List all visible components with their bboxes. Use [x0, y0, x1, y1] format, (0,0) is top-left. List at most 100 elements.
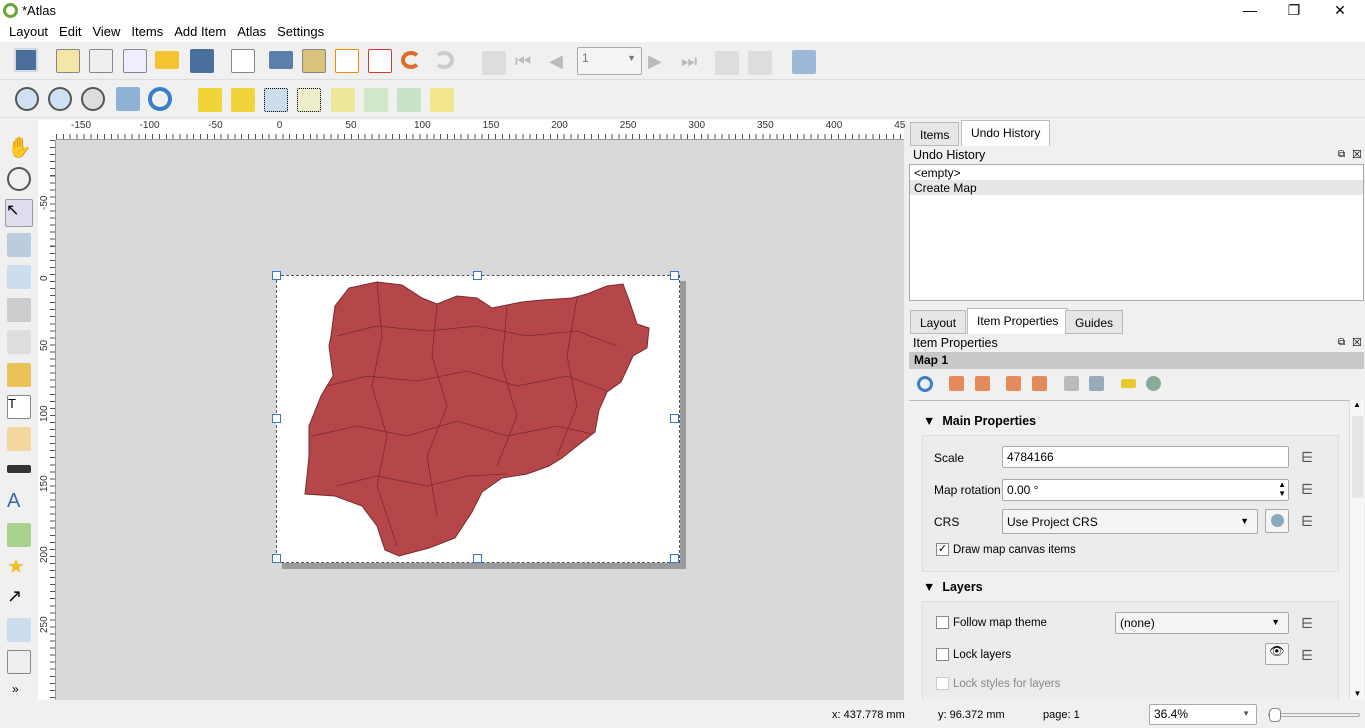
data-defined-override-icon[interactable]: ⋿ [1301, 615, 1323, 631]
menu-atlas[interactable]: Atlas [233, 22, 270, 41]
export-pdf-icon[interactable] [368, 49, 392, 73]
bookmark-icon[interactable] [1064, 376, 1079, 391]
close-panel-icon[interactable]: ☒ [1352, 148, 1362, 161]
lock-styles-checkbox[interactable] [936, 677, 949, 690]
visibility-presets-button[interactable]: 👁 [1265, 643, 1289, 665]
menu-edit[interactable]: Edit [55, 22, 85, 41]
unlock-items-icon[interactable] [231, 88, 255, 112]
zoom-tool-icon[interactable] [7, 167, 31, 191]
new-layout-icon[interactable] [56, 49, 80, 73]
resize-handle[interactable] [670, 554, 679, 563]
undo-item[interactable]: <empty> [910, 165, 1363, 180]
scale-input[interactable]: 4784166 [1002, 446, 1289, 468]
lock-items-icon[interactable] [198, 88, 222, 112]
label-settings-icon[interactable] [1121, 379, 1136, 388]
layout-manager-icon[interactable] [123, 49, 147, 73]
undo-icon[interactable] [401, 51, 421, 69]
properties-scrollbar[interactable]: ▲ ▼ [1349, 400, 1364, 700]
previous-feature-icon[interactable]: ◀ [549, 51, 573, 75]
slider-handle[interactable] [1269, 708, 1281, 722]
zoom-full-icon[interactable] [116, 87, 140, 111]
pan-icon[interactable]: ✋ [7, 135, 32, 159]
undo-item[interactable]: Create Map [910, 180, 1363, 195]
zoom-in-icon[interactable] [15, 87, 39, 111]
layout-page[interactable] [272, 271, 680, 563]
group-items-icon[interactable] [264, 88, 288, 112]
tab-guides[interactable]: Guides [1065, 310, 1124, 334]
map-rotation-spinbox[interactable]: 0.00 ° ▲ ▼ [1002, 479, 1289, 501]
print-icon[interactable] [269, 51, 293, 69]
tab-undo-history[interactable]: Undo History [961, 120, 1051, 146]
data-defined-override-icon[interactable]: ⋿ [1301, 481, 1323, 497]
horizontal-ruler[interactable]: -150 -100 -50 0 50 100 150 200 250 300 350 400 45 [56, 120, 905, 140]
add-arrow-icon[interactable]: ↗ [7, 586, 31, 610]
map-item[interactable] [277, 276, 679, 562]
add-scalebar-icon[interactable] [7, 465, 31, 473]
minimize-button[interactable]: — [1227, 0, 1273, 22]
vertical-ruler[interactable]: -50 0 50 100 150 200 250 [38, 140, 56, 700]
first-feature-icon[interactable]: ⏮ [515, 51, 539, 75]
set-extent-icon[interactable] [949, 376, 964, 391]
tab-item-properties[interactable]: Item Properties [967, 308, 1069, 334]
open-folder-icon[interactable] [155, 51, 179, 69]
spin-arrows-icon[interactable]: ▲ ▼ [1278, 480, 1286, 498]
follow-map-theme-checkbox[interactable] [936, 616, 949, 629]
resize-handle[interactable] [272, 271, 281, 280]
atlas-settings-icon[interactable] [792, 50, 816, 74]
duplicate-layout-icon[interactable] [89, 49, 113, 73]
distribute-items-icon[interactable] [397, 88, 421, 112]
add-polyline-icon[interactable] [7, 618, 31, 642]
atlas-control-icon[interactable] [1089, 376, 1104, 391]
data-defined-override-icon[interactable]: ⋿ [1301, 647, 1323, 663]
layers-header[interactable]: ▼ Layers [923, 580, 983, 594]
add-attribute-table-icon[interactable] [7, 650, 31, 674]
zoom-actual-icon[interactable] [81, 87, 105, 111]
add-shape-icon[interactable] [7, 523, 31, 547]
scroll-down-icon[interactable]: ▼ [1350, 689, 1365, 698]
map-theme-combo[interactable]: (none) ▼ [1115, 612, 1289, 634]
last-feature-icon[interactable]: ⏭ [681, 51, 705, 75]
tab-layout[interactable]: Layout [910, 310, 967, 334]
resize-items-icon[interactable] [430, 88, 454, 112]
menu-items[interactable]: Items [127, 22, 167, 41]
scrollbar-thumb[interactable] [1352, 416, 1363, 498]
align-items-icon[interactable] [364, 88, 388, 112]
raise-items-icon[interactable] [331, 88, 355, 112]
add-legend-icon[interactable] [7, 427, 31, 451]
float-panel-icon[interactable]: ⧉ [1338, 337, 1345, 348]
add-3d-map-icon[interactable] [7, 298, 31, 322]
add-marker-icon[interactable]: ★ [7, 554, 31, 578]
atlas-preview-icon[interactable] [482, 51, 506, 75]
refresh-preview-icon[interactable] [917, 376, 933, 392]
add-picture-icon[interactable] [7, 363, 31, 387]
move-content-icon[interactable] [7, 233, 31, 257]
draw-canvas-items-checkbox[interactable]: ✓ [936, 543, 949, 556]
add-north-arrow-icon[interactable]: A [7, 490, 31, 514]
export-svg-icon[interactable] [335, 49, 359, 73]
scroll-up-icon[interactable]: ▲ [1350, 400, 1364, 409]
resize-handle[interactable] [670, 271, 679, 280]
float-panel-icon[interactable]: ⧉ [1338, 149, 1345, 160]
resize-handle[interactable] [272, 554, 281, 563]
view-scale-icon[interactable] [1032, 376, 1047, 391]
page-number-combo[interactable]: 1 ▼ [577, 47, 642, 75]
save-icon[interactable] [14, 48, 38, 72]
refresh-icon[interactable] [148, 87, 172, 111]
export-image-icon[interactable] [302, 49, 326, 73]
resize-handle[interactable] [473, 271, 482, 280]
redo-icon[interactable] [434, 51, 454, 69]
view-extent-icon[interactable] [975, 376, 990, 391]
menu-add-item[interactable]: Add Item [170, 22, 230, 41]
ungroup-items-icon[interactable] [297, 88, 321, 112]
save-as-template-icon[interactable] [190, 49, 214, 73]
data-defined-override-icon[interactable]: ⋿ [1301, 513, 1323, 529]
select-crs-button[interactable] [1265, 509, 1289, 533]
zoom-slider[interactable] [1268, 708, 1360, 722]
close-button[interactable]: ✕ [1317, 0, 1363, 22]
zoom-out-icon[interactable] [48, 87, 72, 111]
crs-combo[interactable]: Use Project CRS ▼ [1002, 509, 1258, 534]
close-panel-icon[interactable]: ☒ [1352, 336, 1362, 349]
select-move-item-icon[interactable]: ↖ [5, 199, 33, 227]
add-label-icon[interactable]: T [7, 395, 31, 419]
maximize-button[interactable]: ❐ [1271, 0, 1317, 22]
